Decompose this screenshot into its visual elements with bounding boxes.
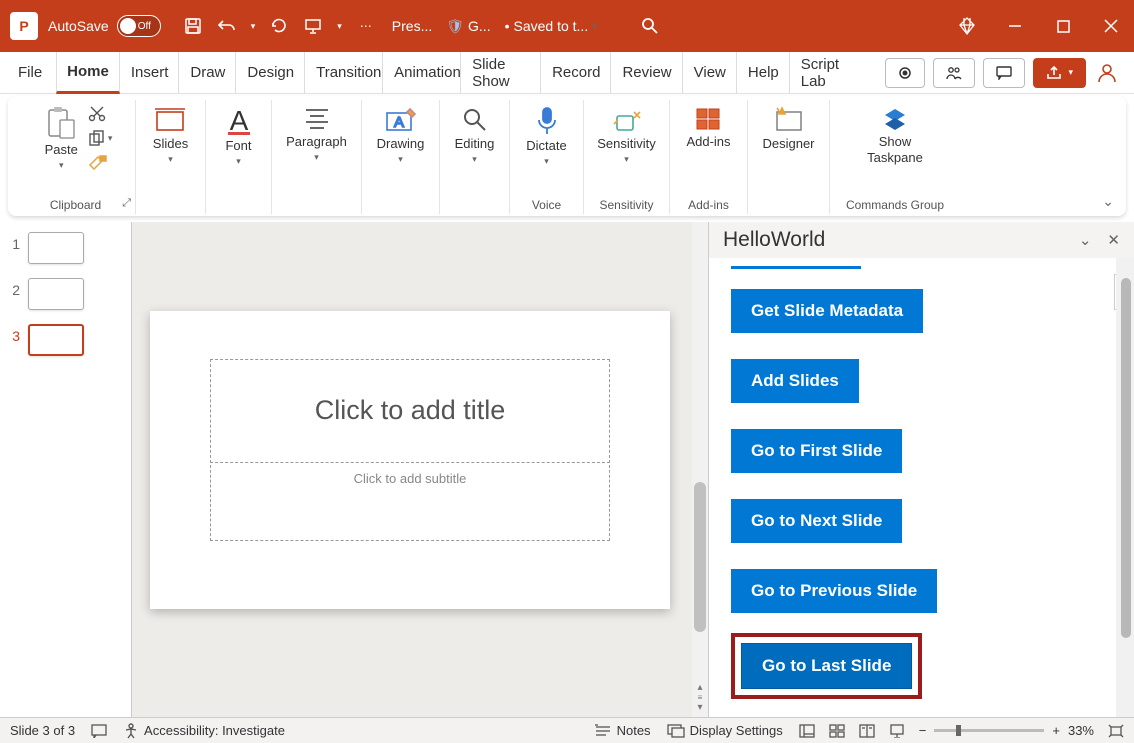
redo-icon[interactable] — [269, 16, 289, 36]
tab-transitions[interactable]: Transition — [305, 52, 383, 94]
taskpane-dropdown-icon[interactable]: ⌄ — [1079, 231, 1092, 249]
slide-nav-arrows[interactable]: ▴≡▾ — [692, 682, 708, 713]
app-logo: P — [10, 12, 38, 40]
format-painter-icon[interactable] — [88, 154, 113, 170]
comments-pill[interactable] — [983, 58, 1025, 88]
tp-get-metadata-button[interactable]: Get Slide Metadata — [731, 289, 923, 333]
tp-add-slides-button[interactable]: Add Slides — [731, 359, 859, 403]
ribbon-tabs: File Home Insert Draw Design Transition … — [0, 52, 1134, 94]
save-icon[interactable] — [183, 16, 203, 36]
paragraph-button[interactable]: Paragraph▾ — [280, 104, 353, 165]
account-icon[interactable] — [1094, 60, 1120, 86]
drawing-button[interactable]: ADrawing▾ — [371, 104, 431, 167]
tab-file[interactable]: File — [8, 52, 56, 94]
tab-scriptlab[interactable]: Script Lab — [790, 52, 868, 94]
tp-next-slide-button[interactable]: Go to Next Slide — [731, 499, 902, 543]
subtitle-placeholder[interactable]: Click to add subtitle — [210, 465, 610, 541]
tp-highlighted-frame: Go to Last Slide — [731, 633, 922, 699]
dictate-button[interactable]: Dictate▾ — [520, 104, 572, 169]
undo-icon[interactable] — [217, 16, 237, 36]
editor-scrollbar[interactable] — [692, 222, 708, 717]
taskpane-close-icon[interactable]: ✕ — [1107, 231, 1120, 249]
close-button[interactable] — [1098, 13, 1124, 39]
tab-draw[interactable]: Draw — [179, 52, 236, 94]
record-pill[interactable] — [885, 58, 925, 88]
thumbnail-2[interactable]: 2 — [6, 278, 125, 310]
tp-prev-slide-button[interactable]: Go to Previous Slide — [731, 569, 937, 613]
tp-last-slide-button[interactable]: Go to Last Slide — [741, 643, 912, 689]
ribbon: Paste▾ ▾ Clipboard ⤢ Slides▾ AFont▾ Para… — [8, 96, 1126, 216]
copy-icon[interactable]: ▾ — [88, 130, 113, 146]
slide-editor[interactable]: Click to add title Click to add subtitle… — [132, 222, 708, 717]
teams-pill[interactable] — [933, 58, 975, 88]
shield-icon: 🛡 — [446, 18, 464, 35]
tab-home[interactable]: Home — [56, 52, 120, 94]
share-button[interactable]: ▾ — [1033, 58, 1086, 88]
user-name: G... — [468, 18, 491, 34]
taskpane-title: HelloWorld — [723, 228, 825, 252]
qat-more[interactable]: ⋯ — [360, 19, 372, 33]
svg-text:A: A — [229, 106, 248, 136]
autosave-label: AutoSave — [48, 18, 109, 34]
autosave-toggle[interactable]: Off — [117, 15, 161, 37]
titlebar: P AutoSave Off ▾ ▾ ⋯ Pres... 🛡G... • Sav… — [0, 0, 1134, 52]
tab-record[interactable]: Record — [541, 52, 611, 94]
tab-animations[interactable]: Animation — [383, 52, 461, 94]
slide-thumbnail-panel: 1 2 3 — [0, 222, 132, 717]
font-button[interactable]: AFont▾ — [218, 104, 260, 169]
clipboard-launcher-icon[interactable]: ⤢ — [122, 197, 131, 210]
addins-button[interactable]: Add-ins — [680, 104, 736, 152]
title-placeholder[interactable]: Click to add title — [210, 359, 610, 463]
search-icon[interactable] — [641, 17, 659, 35]
doc-name[interactable]: Pres... — [392, 18, 432, 34]
present-icon[interactable] — [303, 16, 323, 36]
svg-text:A: A — [393, 114, 403, 131]
minimize-button[interactable] — [1002, 13, 1028, 39]
tp-first-slide-button[interactable]: Go to First Slide — [731, 429, 902, 473]
taskpane-scrollbar[interactable] — [1116, 258, 1134, 717]
group-commands-label: Commands Group — [846, 196, 944, 214]
maximize-button[interactable] — [1050, 13, 1076, 39]
tab-slideshow[interactable]: Slide Show — [461, 52, 541, 94]
thumbnail-1[interactable]: 1 — [6, 232, 125, 264]
tab-review[interactable]: Review — [611, 52, 682, 94]
tab-view[interactable]: View — [683, 52, 737, 94]
paste-button[interactable]: Paste▾ — [39, 104, 84, 173]
save-state[interactable]: Saved to t... — [514, 18, 589, 34]
tab-insert[interactable]: Insert — [120, 52, 180, 94]
taskpane: HelloWorld ⌄ ✕ ‹ Get Slide Metadata Add … — [708, 222, 1134, 717]
group-clipboard-label: Clipboard — [50, 196, 101, 214]
slide-canvas[interactable]: Click to add title Click to add subtitle — [150, 311, 670, 609]
show-taskpane-button[interactable]: Show Taskpane — [861, 104, 929, 167]
cut-icon[interactable] — [88, 106, 113, 122]
thumbnail-3[interactable]: 3 — [6, 324, 125, 356]
group-voice-label: Voice — [532, 196, 561, 214]
tab-design[interactable]: Design — [236, 52, 305, 94]
sensitivity-button[interactable]: Sensitivity▾ — [591, 104, 662, 167]
group-sensitivity-label: Sensitivity — [599, 196, 653, 214]
group-addins-label: Add-ins — [688, 196, 729, 214]
designer-button[interactable]: Designer — [756, 104, 820, 154]
ribbon-collapse-icon[interactable]: ⌄ — [1102, 193, 1114, 210]
slides-button[interactable]: Slides▾ — [147, 104, 194, 167]
diamond-icon[interactable] — [954, 13, 980, 39]
editing-button[interactable]: Editing▾ — [449, 104, 501, 167]
statusbar: Slide 3 of 3 Accessibility: Investigate … — [0, 717, 1134, 743]
tab-help[interactable]: Help — [737, 52, 790, 94]
